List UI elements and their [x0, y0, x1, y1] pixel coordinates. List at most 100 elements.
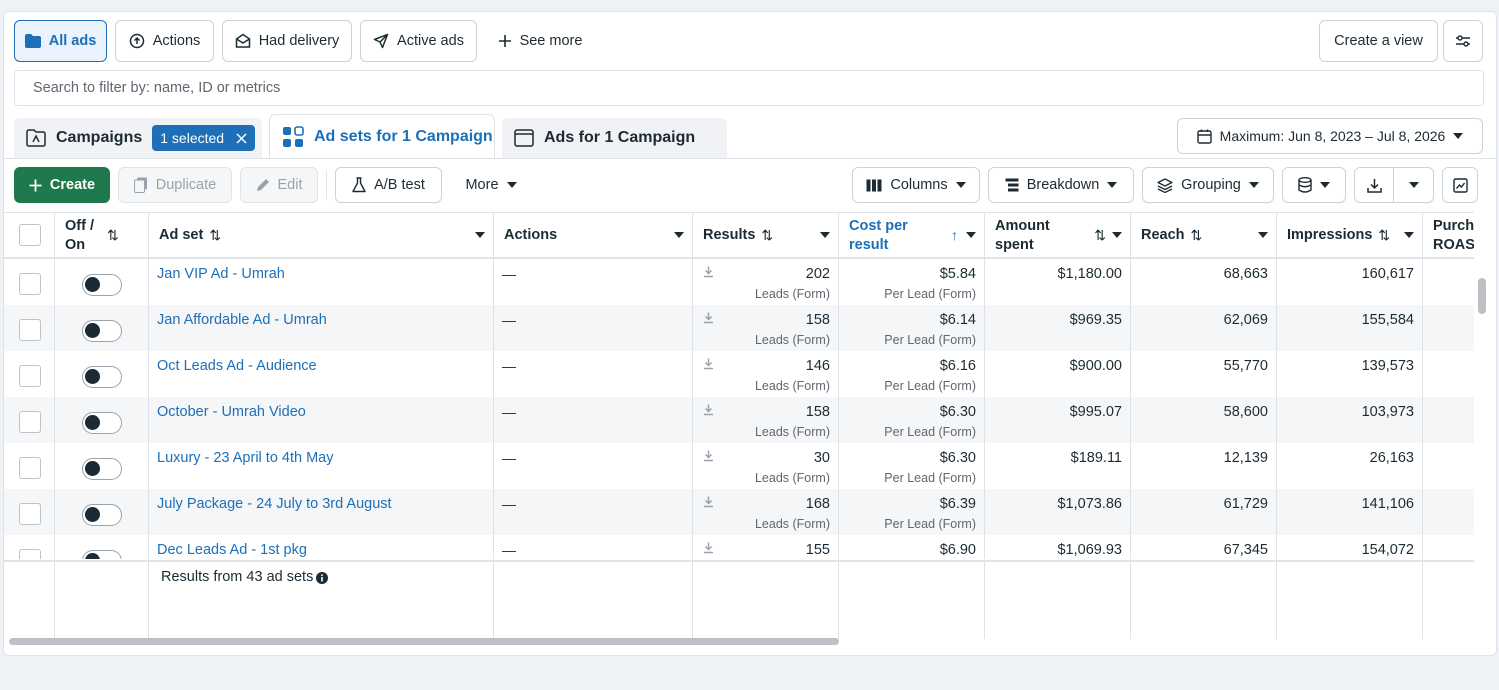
- delivery-toggle[interactable]: [82, 458, 122, 480]
- row-checkbox[interactable]: [19, 411, 41, 433]
- delivery-toggle[interactable]: [82, 320, 122, 342]
- row-checkbox[interactable]: [19, 273, 41, 295]
- download-icon[interactable]: [703, 450, 714, 462]
- column-menu-caret-icon[interactable]: [475, 232, 485, 238]
- header-reach[interactable]: Reach ⇅: [1131, 213, 1277, 258]
- grid-icon: [283, 125, 304, 147]
- delivery-toggle[interactable]: [82, 504, 122, 526]
- row-checkbox[interactable]: [19, 457, 41, 479]
- duplicate-button[interactable]: Duplicate: [118, 167, 232, 203]
- filter-actions[interactable]: Actions: [115, 20, 214, 62]
- column-menu-caret-icon[interactable]: [674, 232, 684, 238]
- close-icon[interactable]: [236, 132, 247, 144]
- sort-icon[interactable]: ⇅: [209, 226, 221, 245]
- tab-ads[interactable]: Ads for 1 Campaign: [502, 118, 727, 158]
- filter-active-ads[interactable]: Active ads: [360, 20, 477, 62]
- row-checkbox[interactable]: [19, 365, 41, 387]
- table-row[interactable]: Jan VIP Ad - Umrah — 202 Leads (Form) $5.8…: [4, 259, 1474, 305]
- breakdown-button[interactable]: Breakdown: [988, 167, 1134, 203]
- see-more-button[interactable]: See more: [488, 20, 592, 62]
- column-menu-caret-icon[interactable]: [1404, 232, 1414, 238]
- tab-campaigns[interactable]: Campaigns 1 selected: [14, 118, 262, 158]
- delivery-toggle[interactable]: [82, 366, 122, 388]
- column-menu-caret-icon[interactable]: [966, 232, 976, 238]
- column-menu-caret-icon[interactable]: [1112, 232, 1122, 238]
- table-cell: 155: [693, 535, 839, 559]
- date-range-picker[interactable]: Maximum: Jun 8, 2023 – Jul 8, 2026: [1177, 118, 1483, 154]
- horizontal-scrollbar[interactable]: [9, 638, 839, 645]
- filter-had-delivery[interactable]: Had delivery: [222, 20, 352, 62]
- download-icon[interactable]: [703, 266, 714, 278]
- header-ad-set[interactable]: Ad set ⇅: [149, 213, 494, 258]
- column-menu-caret-icon[interactable]: [820, 232, 830, 238]
- table-cell: [4, 443, 55, 489]
- select-all-checkbox[interactable]: [19, 224, 41, 246]
- header-purchase-roas[interactable]: Purchase ROAS (re: [1423, 213, 1474, 258]
- header-off-on[interactable]: Off / On ⇅: [55, 213, 149, 258]
- download-icon[interactable]: [703, 496, 714, 508]
- row-checkbox[interactable]: [19, 319, 41, 341]
- ad-set-name-link[interactable]: Dec Leads Ad - 1st pkg: [157, 542, 307, 558]
- ad-set-name-link[interactable]: Jan VIP Ad - Umrah: [157, 266, 285, 282]
- actions-value: —: [502, 496, 516, 512]
- export-options-button[interactable]: [1394, 167, 1434, 203]
- row-checkbox[interactable]: [19, 503, 41, 525]
- ad-set-name-link[interactable]: July Package - 24 July to 3rd August: [157, 496, 392, 512]
- filter-actions-label: Actions: [152, 33, 201, 49]
- ad-set-name-link[interactable]: October - Umrah Video: [157, 404, 306, 420]
- results-type: Leads (Form): [754, 333, 830, 347]
- filter-all-ads[interactable]: All ads: [14, 20, 107, 62]
- vertical-scrollbar[interactable]: [1478, 278, 1486, 314]
- download-icon[interactable]: [703, 404, 714, 416]
- create-view-label: Create a view: [1334, 33, 1423, 49]
- sort-ascending-icon[interactable]: ↑: [951, 226, 958, 245]
- ad-window-icon: [514, 129, 534, 147]
- sort-icon[interactable]: ⇅: [1378, 226, 1390, 245]
- columns-button[interactable]: Columns: [852, 167, 980, 203]
- export-button[interactable]: [1354, 167, 1394, 203]
- create-button[interactable]: Create: [14, 167, 110, 203]
- sort-icon[interactable]: ⇅: [761, 226, 773, 245]
- table-row[interactable]: Jan Affordable Ad - Umrah — 158 Leads (Fo…: [4, 305, 1474, 351]
- delivery-toggle[interactable]: [82, 550, 122, 559]
- header-impressions[interactable]: Impressions ⇅: [1277, 213, 1423, 258]
- search-input[interactable]: Search to filter by: name, ID or metrics: [14, 70, 1484, 106]
- header-actions[interactable]: Actions: [494, 213, 693, 258]
- table-cell: [4, 259, 55, 305]
- table-cell: 168 Leads (Form): [693, 489, 839, 535]
- tab-ad-sets[interactable]: Ad sets for 1 Campaign: [269, 114, 495, 158]
- table-row[interactable]: Dec Leads Ad - 1st pkg — 155 $6.90 $1,069…: [4, 535, 1474, 559]
- edit-button[interactable]: Edit: [240, 167, 318, 203]
- ab-test-button[interactable]: A/B test: [335, 167, 442, 203]
- create-view-button[interactable]: Create a view: [1319, 20, 1438, 62]
- more-button[interactable]: More: [456, 167, 526, 203]
- header-cost-per-result[interactable]: Cost per result ↑: [839, 213, 985, 258]
- download-icon[interactable]: [703, 312, 714, 324]
- cost-per-result-value: $5.84: [939, 266, 976, 282]
- row-checkbox[interactable]: [19, 549, 41, 559]
- download-icon[interactable]: [703, 358, 714, 370]
- grouping-button[interactable]: Grouping: [1142, 167, 1274, 203]
- download-icon[interactable]: [703, 542, 714, 554]
- reports-button[interactable]: [1282, 167, 1346, 203]
- sort-icon[interactable]: ⇅: [107, 226, 119, 245]
- table-row[interactable]: Luxury - 23 April to 4th May — 30 Leads (…: [4, 443, 1474, 489]
- table-row[interactable]: July Package - 24 July to 3rd August — 16…: [4, 489, 1474, 535]
- header-amount-spent[interactable]: Amount spent ⇅: [985, 213, 1131, 258]
- selected-pill[interactable]: 1 selected: [152, 125, 256, 151]
- column-menu-caret-icon[interactable]: [1258, 232, 1268, 238]
- ad-set-name-link[interactable]: Jan Affordable Ad - Umrah: [157, 312, 327, 328]
- settings-sliders-button[interactable]: [1443, 20, 1483, 62]
- table-row[interactable]: Oct Leads Ad - Audience — 146 Leads (Form…: [4, 351, 1474, 397]
- info-icon[interactable]: [316, 572, 328, 584]
- delivery-toggle[interactable]: [82, 274, 122, 296]
- charts-button[interactable]: [1442, 167, 1478, 203]
- sort-icon[interactable]: ⇅: [1191, 226, 1203, 245]
- table-cell: $6.30 Per Lead (Form): [839, 443, 985, 489]
- delivery-toggle[interactable]: [82, 412, 122, 434]
- ad-set-name-link[interactable]: Oct Leads Ad - Audience: [157, 358, 317, 374]
- ad-set-name-link[interactable]: Luxury - 23 April to 4th May: [157, 450, 334, 466]
- header-results[interactable]: Results ⇅: [693, 213, 839, 258]
- sort-icon[interactable]: ⇅: [1094, 226, 1106, 245]
- table-row[interactable]: October - Umrah Video — 158 Leads (Form) $…: [4, 397, 1474, 443]
